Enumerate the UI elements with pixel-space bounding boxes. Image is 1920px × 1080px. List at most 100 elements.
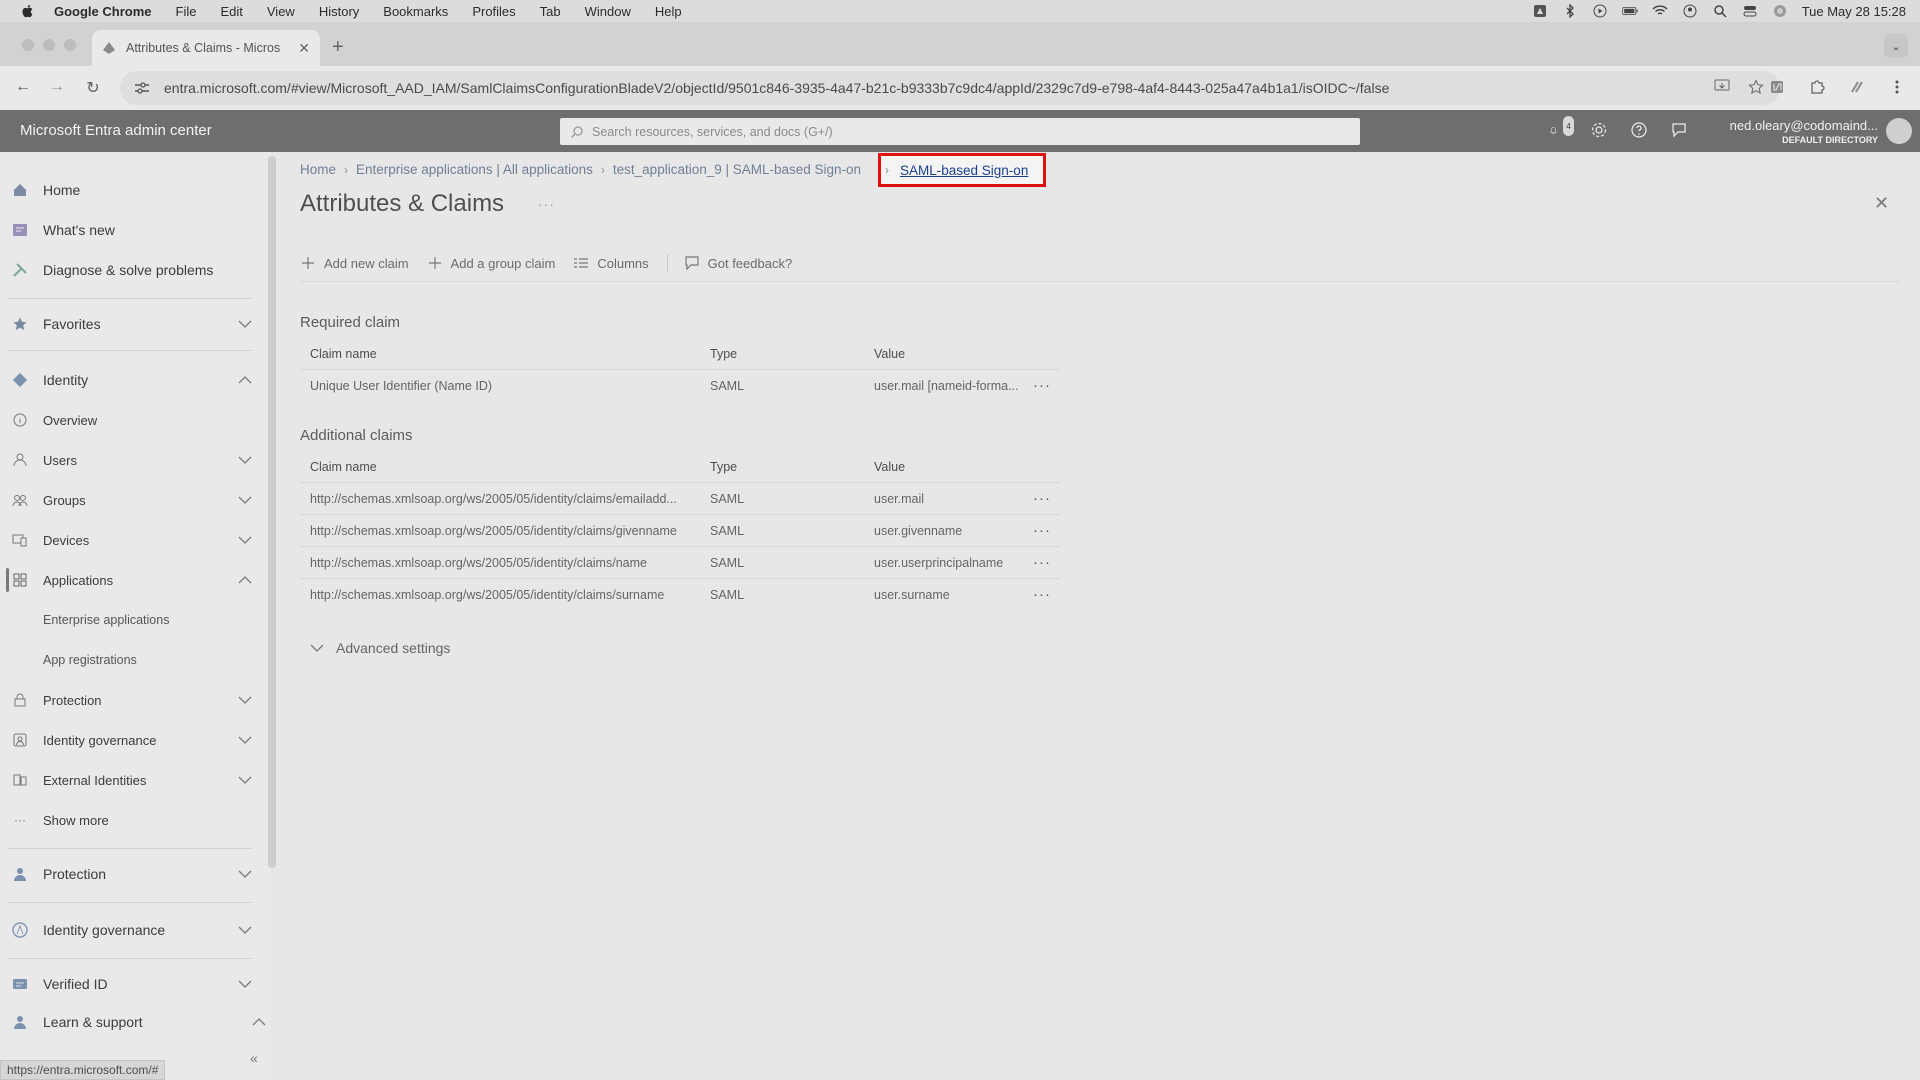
sidebar-scrollbar[interactable]	[268, 156, 276, 868]
table-row[interactable]: http://schemas.xmlsoap.org/ws/2005/05/id…	[300, 514, 1060, 546]
play-icon[interactable]	[1592, 4, 1608, 18]
column-header-type[interactable]: Type	[710, 452, 860, 482]
chevron-up-icon[interactable]	[236, 371, 254, 389]
avatar[interactable]	[1886, 118, 1912, 144]
advanced-settings-toggle[interactable]: Advanced settings	[310, 640, 450, 656]
chevron-down-icon[interactable]	[236, 975, 254, 993]
global-search-input[interactable]: Search resources, services, and docs (G+…	[560, 118, 1360, 145]
sidebar-item-users[interactable]: Users	[0, 448, 262, 472]
chevron-down-icon[interactable]	[236, 531, 254, 549]
column-header-type[interactable]: Type	[710, 339, 860, 369]
drive-icon[interactable]	[1532, 4, 1548, 18]
table-row[interactable]: http://schemas.xmlsoap.org/ws/2005/05/id…	[300, 546, 1060, 578]
chevron-down-icon[interactable]	[236, 691, 254, 709]
row-more-options-icon[interactable]: ···	[1030, 547, 1054, 578]
column-header-value[interactable]: Value	[874, 339, 1024, 369]
sidebar-item-learn-support[interactable]: Learn & support	[0, 1010, 266, 1034]
menu-help[interactable]: Help	[655, 4, 682, 19]
sidebar-item-protection-sub[interactable]: Protection	[0, 688, 262, 712]
feedback-button[interactable]: Got feedback?	[684, 255, 792, 271]
row-more-options-icon[interactable]: ···	[1030, 370, 1054, 401]
forward-icon[interactable]: →	[46, 78, 68, 96]
minimize-window-button[interactable]	[43, 39, 55, 51]
tab-search-button[interactable]: ⌄	[1884, 34, 1908, 58]
column-header-claim-name[interactable]: Claim name	[310, 339, 702, 369]
collapse-sidebar-icon[interactable]: «	[250, 1050, 258, 1066]
add-new-claim-button[interactable]: Add new claim	[300, 255, 409, 271]
close-tab-icon[interactable]: ✕	[298, 40, 310, 57]
new-tab-button[interactable]: +	[332, 36, 344, 59]
table-row[interactable]: http://schemas.xmlsoap.org/ws/2005/05/id…	[300, 482, 1060, 514]
menu-view[interactable]: View	[267, 4, 295, 19]
sidebar-item-protection[interactable]: Protection	[0, 862, 262, 886]
sidebar-item-app-registrations[interactable]: App registrations	[0, 648, 262, 672]
more-options-icon[interactable]: ···	[538, 196, 555, 212]
add-group-claim-button[interactable]: Add a group claim	[427, 255, 555, 271]
notifications-bell-icon[interactable]: 4	[1550, 116, 1574, 140]
wifi-icon[interactable]	[1652, 4, 1668, 18]
browser-tab-active[interactable]: Attributes & Claims - Micros ✕	[92, 30, 320, 66]
menu-app-name[interactable]: Google Chrome	[54, 4, 152, 19]
apple-icon[interactable]	[20, 3, 36, 19]
menu-tab[interactable]: Tab	[540, 4, 561, 19]
close-icon[interactable]: ✕	[1874, 193, 1889, 214]
extensions-puzzle-icon[interactable]	[1808, 78, 1826, 96]
bluetooth-icon[interactable]	[1562, 4, 1578, 18]
menu-history[interactable]: History	[319, 4, 359, 19]
column-header-claim-name[interactable]: Claim name	[310, 452, 702, 482]
breadcrumb-home[interactable]: Home	[300, 162, 336, 177]
sidebar-item-applications[interactable]: Applications	[0, 568, 262, 592]
account-info[interactable]: ned.oleary@codomaind... DEFAULT DIRECTOR…	[1730, 118, 1878, 145]
menu-profiles[interactable]: Profiles	[472, 4, 515, 19]
feedback-icon[interactable]	[1670, 120, 1688, 140]
sidebar-item-identity-governance-sub[interactable]: Identity governance	[0, 728, 262, 752]
sidebar-item-show-more[interactable]: ··· Show more	[0, 808, 262, 832]
sidebar-item-diagnose[interactable]: Diagnose & solve problems	[0, 258, 262, 282]
sidebar-item-favorites[interactable]: Favorites	[0, 312, 262, 336]
bookmark-star-icon[interactable]	[1748, 78, 1764, 98]
chevron-down-icon[interactable]	[236, 451, 254, 469]
chevron-down-icon[interactable]	[236, 865, 254, 883]
table-row[interactable]: http://schemas.xmlsoap.org/ws/2005/05/id…	[300, 578, 1060, 610]
settings-gear-icon[interactable]	[1590, 120, 1608, 140]
chevron-down-icon[interactable]	[236, 731, 254, 749]
portal-title[interactable]: Microsoft Entra admin center	[20, 122, 212, 139]
column-header-value[interactable]: Value	[874, 452, 1024, 482]
sidebar-item-verified-id[interactable]: Verified ID	[0, 972, 262, 996]
breadcrumb-enterprise-applications[interactable]: Enterprise applications | All applicatio…	[356, 162, 593, 177]
close-window-button[interactable]	[22, 39, 34, 51]
sidebar-item-enterprise-applications[interactable]: Enterprise applications	[0, 608, 262, 632]
sidebar-item-groups[interactable]: Groups	[0, 488, 262, 512]
chevron-down-icon[interactable]	[236, 315, 254, 333]
chrome-menu-icon[interactable]	[1888, 78, 1906, 96]
sidebar-item-overview[interactable]: Overview	[0, 408, 262, 432]
site-info-icon[interactable]	[134, 81, 150, 95]
breadcrumb-test-application[interactable]: test_application_9 | SAML-based Sign-on	[613, 162, 861, 177]
reload-icon[interactable]: ↻	[82, 78, 104, 98]
back-icon[interactable]: ←	[12, 78, 34, 96]
menu-window[interactable]: Window	[585, 4, 631, 19]
siri-icon[interactable]	[1772, 4, 1788, 18]
table-row[interactable]: Unique User Identifier (Name ID) SAML us…	[300, 369, 1060, 401]
battery-icon[interactable]	[1622, 4, 1638, 18]
clock-datetime[interactable]: Tue May 28 15:28	[1802, 4, 1906, 19]
breadcrumb-saml-sign-on[interactable]: SAML-based Sign-on	[900, 163, 1028, 178]
user-switch-icon[interactable]	[1682, 4, 1698, 18]
help-question-icon[interactable]	[1630, 120, 1648, 140]
extension-icon[interactable]	[1768, 78, 1786, 96]
sidebar-item-whats-new[interactable]: What's new	[0, 218, 262, 242]
chevron-down-icon[interactable]	[236, 921, 254, 939]
row-more-options-icon[interactable]: ···	[1030, 483, 1054, 514]
address-bar[interactable]: entra.microsoft.com/#view/Microsoft_AAD_…	[120, 71, 1780, 105]
sidebar-item-external-identities[interactable]: External Identities	[0, 768, 262, 792]
sidebar-item-identity-governance[interactable]: Identity governance	[0, 918, 262, 942]
menu-edit[interactable]: Edit	[220, 4, 242, 19]
chevron-down-icon[interactable]	[236, 491, 254, 509]
control-center-icon[interactable]	[1742, 4, 1758, 18]
row-more-options-icon[interactable]: ···	[1030, 579, 1054, 610]
maximize-window-button[interactable]	[64, 39, 76, 51]
sidebar-item-devices[interactable]: Devices	[0, 528, 262, 552]
sidebar-item-identity[interactable]: Identity	[0, 368, 262, 392]
chevron-up-icon[interactable]	[236, 571, 254, 589]
chevron-down-icon[interactable]	[236, 771, 254, 789]
